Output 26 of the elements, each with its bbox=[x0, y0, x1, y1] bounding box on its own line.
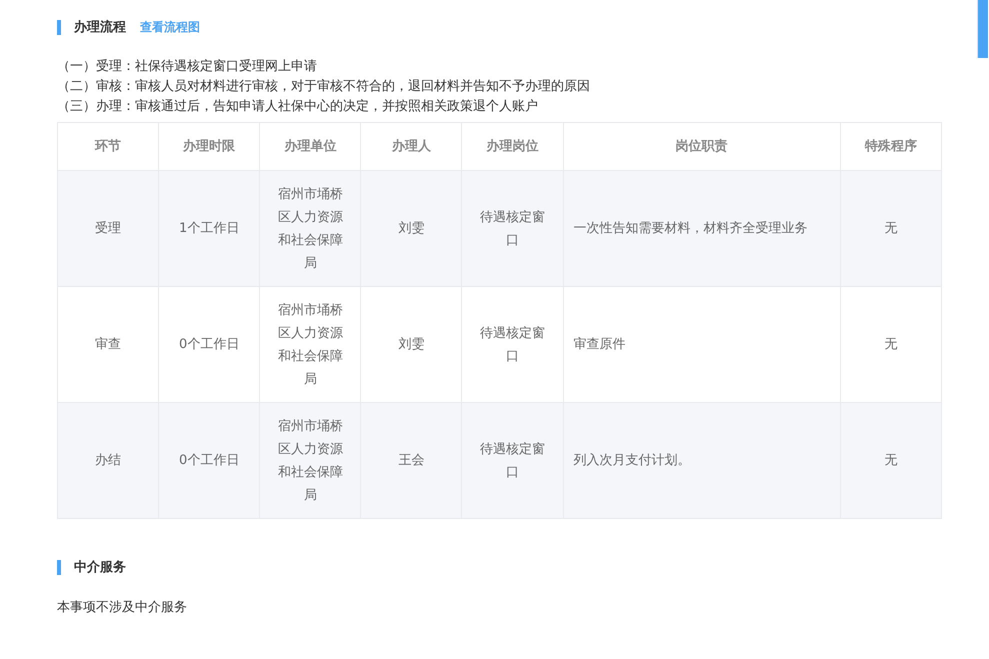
scrollbar-thumb[interactable] bbox=[977, 0, 988, 58]
table-cell: 待遇核定窗口 bbox=[462, 402, 564, 518]
table-cell: 列入次月支付计划。 bbox=[563, 402, 840, 518]
column-header: 环节 bbox=[58, 122, 159, 170]
table-cell: 无 bbox=[840, 402, 942, 518]
table-cell: 无 bbox=[840, 170, 942, 286]
table-cell: 1个工作日 bbox=[158, 170, 260, 286]
flowchart-link[interactable]: 查看流程图 bbox=[140, 18, 200, 36]
process-step: （一）受理：社保待遇核定窗口受理网上申请 bbox=[57, 57, 942, 77]
table-cell: 受理 bbox=[58, 170, 159, 286]
process-step: （三）办理：审核通过后，告知申请人社保中心的决定，并按照相关政策退个人账户 bbox=[57, 97, 942, 117]
section-title: 中介服务 bbox=[74, 559, 126, 576]
table-cell: 办结 bbox=[58, 402, 159, 518]
table-cell: 待遇核定窗口 bbox=[462, 170, 564, 286]
table-cell: 刘雯 bbox=[360, 170, 462, 286]
section-title: 办理流程 bbox=[74, 18, 126, 36]
table-cell: 一次性告知需要材料，材料齐全受理业务 bbox=[563, 170, 840, 286]
agency-note: 本事项不涉及中介服务 bbox=[57, 599, 188, 616]
table-cell: 王会 bbox=[360, 402, 462, 518]
table-cell: 宿州市埇桥区人力资源和社会保障局 bbox=[260, 402, 361, 518]
table-cell: 0个工作日 bbox=[158, 402, 260, 518]
table-cell: 宿州市埇桥区人力资源和社会保障局 bbox=[260, 170, 361, 286]
heading-marker bbox=[57, 560, 61, 574]
process-step: （二）审核：审核人员对材料进行审核，对于审核不符合的，退回材料并告知不予办理的原因 bbox=[57, 77, 942, 97]
column-header: 岗位职责 bbox=[563, 122, 840, 170]
heading-marker bbox=[57, 20, 61, 34]
